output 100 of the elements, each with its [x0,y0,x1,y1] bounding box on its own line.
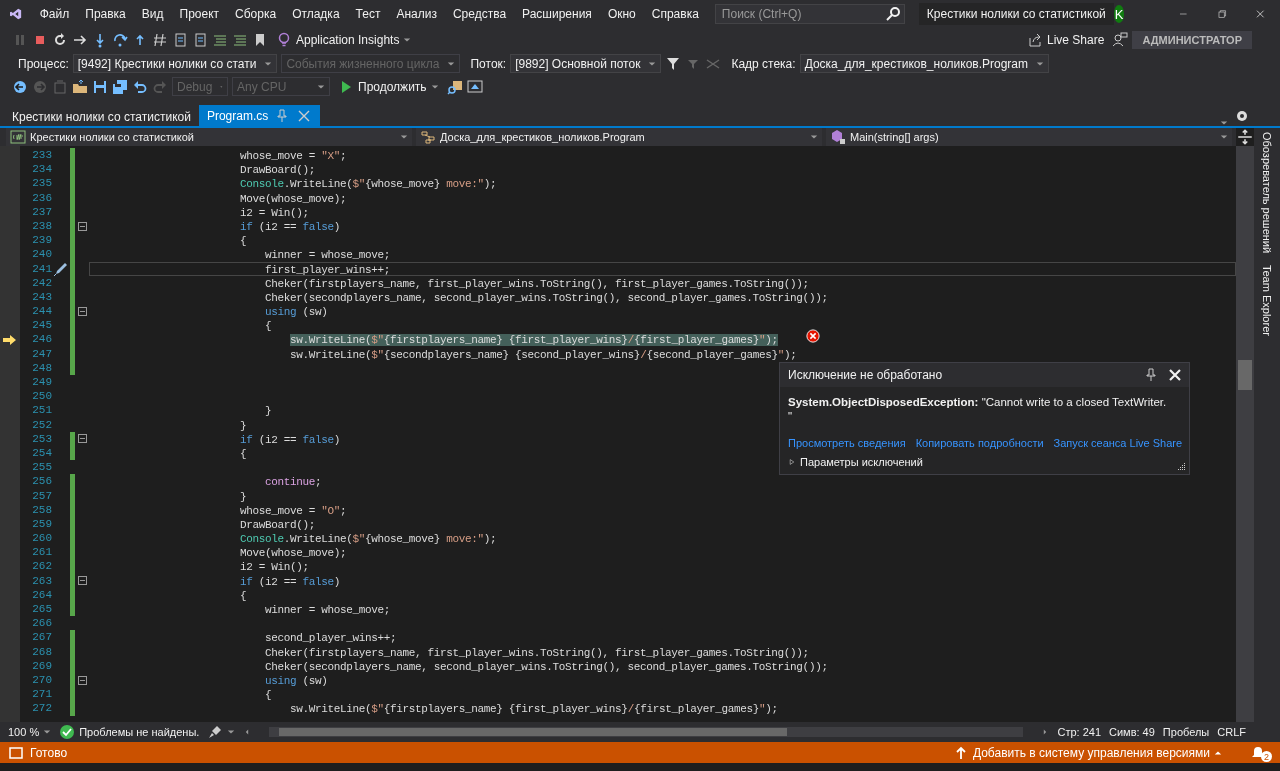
dropdown[interactable]: Доска_для_крестиков_ноликов.Program [799,54,1050,73]
vertical-scrollbar[interactable] [1236,146,1254,722]
caret-icon [430,83,439,90]
code-line: Move(whose_move); [240,192,347,205]
source-control-button[interactable]: Добавить в систему управления версиями [948,744,1226,761]
menu-item[interactable]: Сборка [227,7,285,21]
menu-item[interactable]: Тест [347,7,389,21]
hash-icon[interactable] [152,32,168,48]
menu-item[interactable]: Правка [77,7,134,21]
column-indicator[interactable]: Симв: 49 [1109,726,1155,738]
dropdown[interactable]: [9892] Основной поток [510,54,662,73]
menu-item[interactable]: Справка [643,7,707,21]
navigation-dropdown[interactable]: Main(string[] args) [826,128,1232,146]
line-number: 261 [31,545,52,560]
field-label: Кадр стека: [731,56,796,71]
code-line: Cheker(secondplayers_name, second_player_wins.ToString(), second_player_games.ToString()); [265,291,828,304]
split-icon[interactable] [1236,128,1254,146]
user-avatar[interactable]: K [1113,5,1125,23]
filter-icon[interactable] [665,55,682,72]
collapse-toggle[interactable] [77,576,87,586]
caret-icon[interactable] [227,729,236,735]
step-over-icon[interactable] [112,32,128,48]
line-number: 243 [31,289,52,305]
menu-item[interactable]: Окно [599,7,644,21]
scrollbar-thumb[interactable] [279,728,788,736]
caret-icon [1036,60,1045,67]
find-symbol-icon[interactable] [446,78,463,95]
screen-icon[interactable] [466,78,483,95]
code-line: winner = whose_move; [265,249,391,262]
menu-item[interactable]: Вид [133,7,172,21]
continue-button[interactable]: Продолжить [334,78,443,95]
exception-settings-expander[interactable]: Параметры исключений [788,456,923,468]
user-badge[interactable]: АДМИНИСТРАТОР [1132,31,1252,49]
caret-icon [403,37,412,43]
close-icon[interactable] [1167,367,1183,383]
field-label: Поток: [470,56,507,71]
issues-status[interactable]: Проблемы не найдены. [79,726,200,738]
document-tab[interactable]: Крестики нолики со статистикой [4,107,199,126]
line-number: 272 [31,701,52,716]
navigation-dropdown[interactable]: Крестики нолики со статистикой [6,128,412,146]
line-number: 246 [31,332,52,347]
horizontal-scrollbar[interactable] [269,727,1024,737]
line-number: 241 [31,261,52,276]
navigation-dropdown[interactable]: Доска_для_крестиков_ноликов.Program [416,128,822,146]
menu-item[interactable]: Проект [171,7,228,21]
zoom-dropdown[interactable]: 100 % [8,726,52,738]
line-number: 234 [31,162,52,177]
dropdown: Debug [172,77,228,96]
code-line: if (i2 == false) [240,433,341,446]
caret-icon [810,134,818,140]
collapse-toggle[interactable] [77,675,87,685]
line-number: 251 [31,403,52,418]
restart-icon[interactable] [52,32,68,48]
back-icon[interactable] [12,78,28,95]
code-line: { [265,320,272,333]
popup-link[interactable]: Запуск сеанса Live Share [1053,437,1183,449]
menu-item[interactable]: Анализ [388,7,445,21]
brush-icon[interactable] [207,724,224,740]
save-all-icon[interactable] [112,78,128,95]
code-line: continue; [265,476,322,489]
indent-icon[interactable] [212,32,228,48]
open-folder-icon[interactable] [72,78,88,95]
line-number: 238 [31,218,52,234]
side-panel-tab[interactable]: Обозреватель решений [1261,132,1273,254]
popup-link[interactable]: Просмотреть сведения [788,437,906,449]
collapse-toggle[interactable] [77,306,87,316]
menu-item[interactable]: Файл [31,7,78,21]
application-insights-button[interactable]: Application Insights [272,32,416,48]
line-number: 268 [31,644,52,659]
feedback-icon[interactable] [1112,32,1129,48]
settings-icon[interactable] [1234,108,1250,124]
document-icon[interactable] [172,32,188,48]
line-number: 262 [31,559,52,574]
indentation-indicator[interactable]: Пробелы [1162,726,1210,738]
code-line: { [240,447,247,460]
line-indicator[interactable]: Стр: 241 [1057,726,1101,738]
pin-icon[interactable] [1143,367,1159,383]
resize-grip-icon[interactable] [1177,462,1186,471]
document-icon[interactable] [192,32,208,48]
lightbulb-icon [276,32,292,48]
dropdown: События жизненного цикла [281,54,461,73]
menu-item[interactable]: Отладка [284,7,348,21]
code-line: } [265,405,272,418]
live-share-button[interactable]: Live Share [1023,32,1109,48]
line-number: 259 [31,516,52,532]
notification-count: 2 [1261,751,1272,762]
line-number: 267 [31,630,52,645]
menu-item[interactable]: Средства [444,7,515,21]
collapse-toggle[interactable] [77,221,87,231]
line-ending-indicator[interactable]: CRLF [1217,726,1246,738]
popup-link[interactable]: Копировать подробности [915,437,1044,449]
line-number: 242 [31,275,52,290]
menu-item[interactable]: Расширения [514,7,600,21]
dropdown[interactable]: [9492] Крестики нолики со стати [72,54,278,73]
code-line: using (sw) [265,306,328,319]
code-line: sw.WriteLine($"{secondplayers_name} {second_player_wins}/{second_player_games}"); [290,348,797,361]
search-field[interactable]: Поиск (Ctrl+Q) [714,4,905,24]
scrollbar-thumb[interactable] [1238,360,1252,390]
collapse-toggle[interactable] [77,434,87,444]
side-panel-tab[interactable]: Team Explorer [1261,265,1273,337]
